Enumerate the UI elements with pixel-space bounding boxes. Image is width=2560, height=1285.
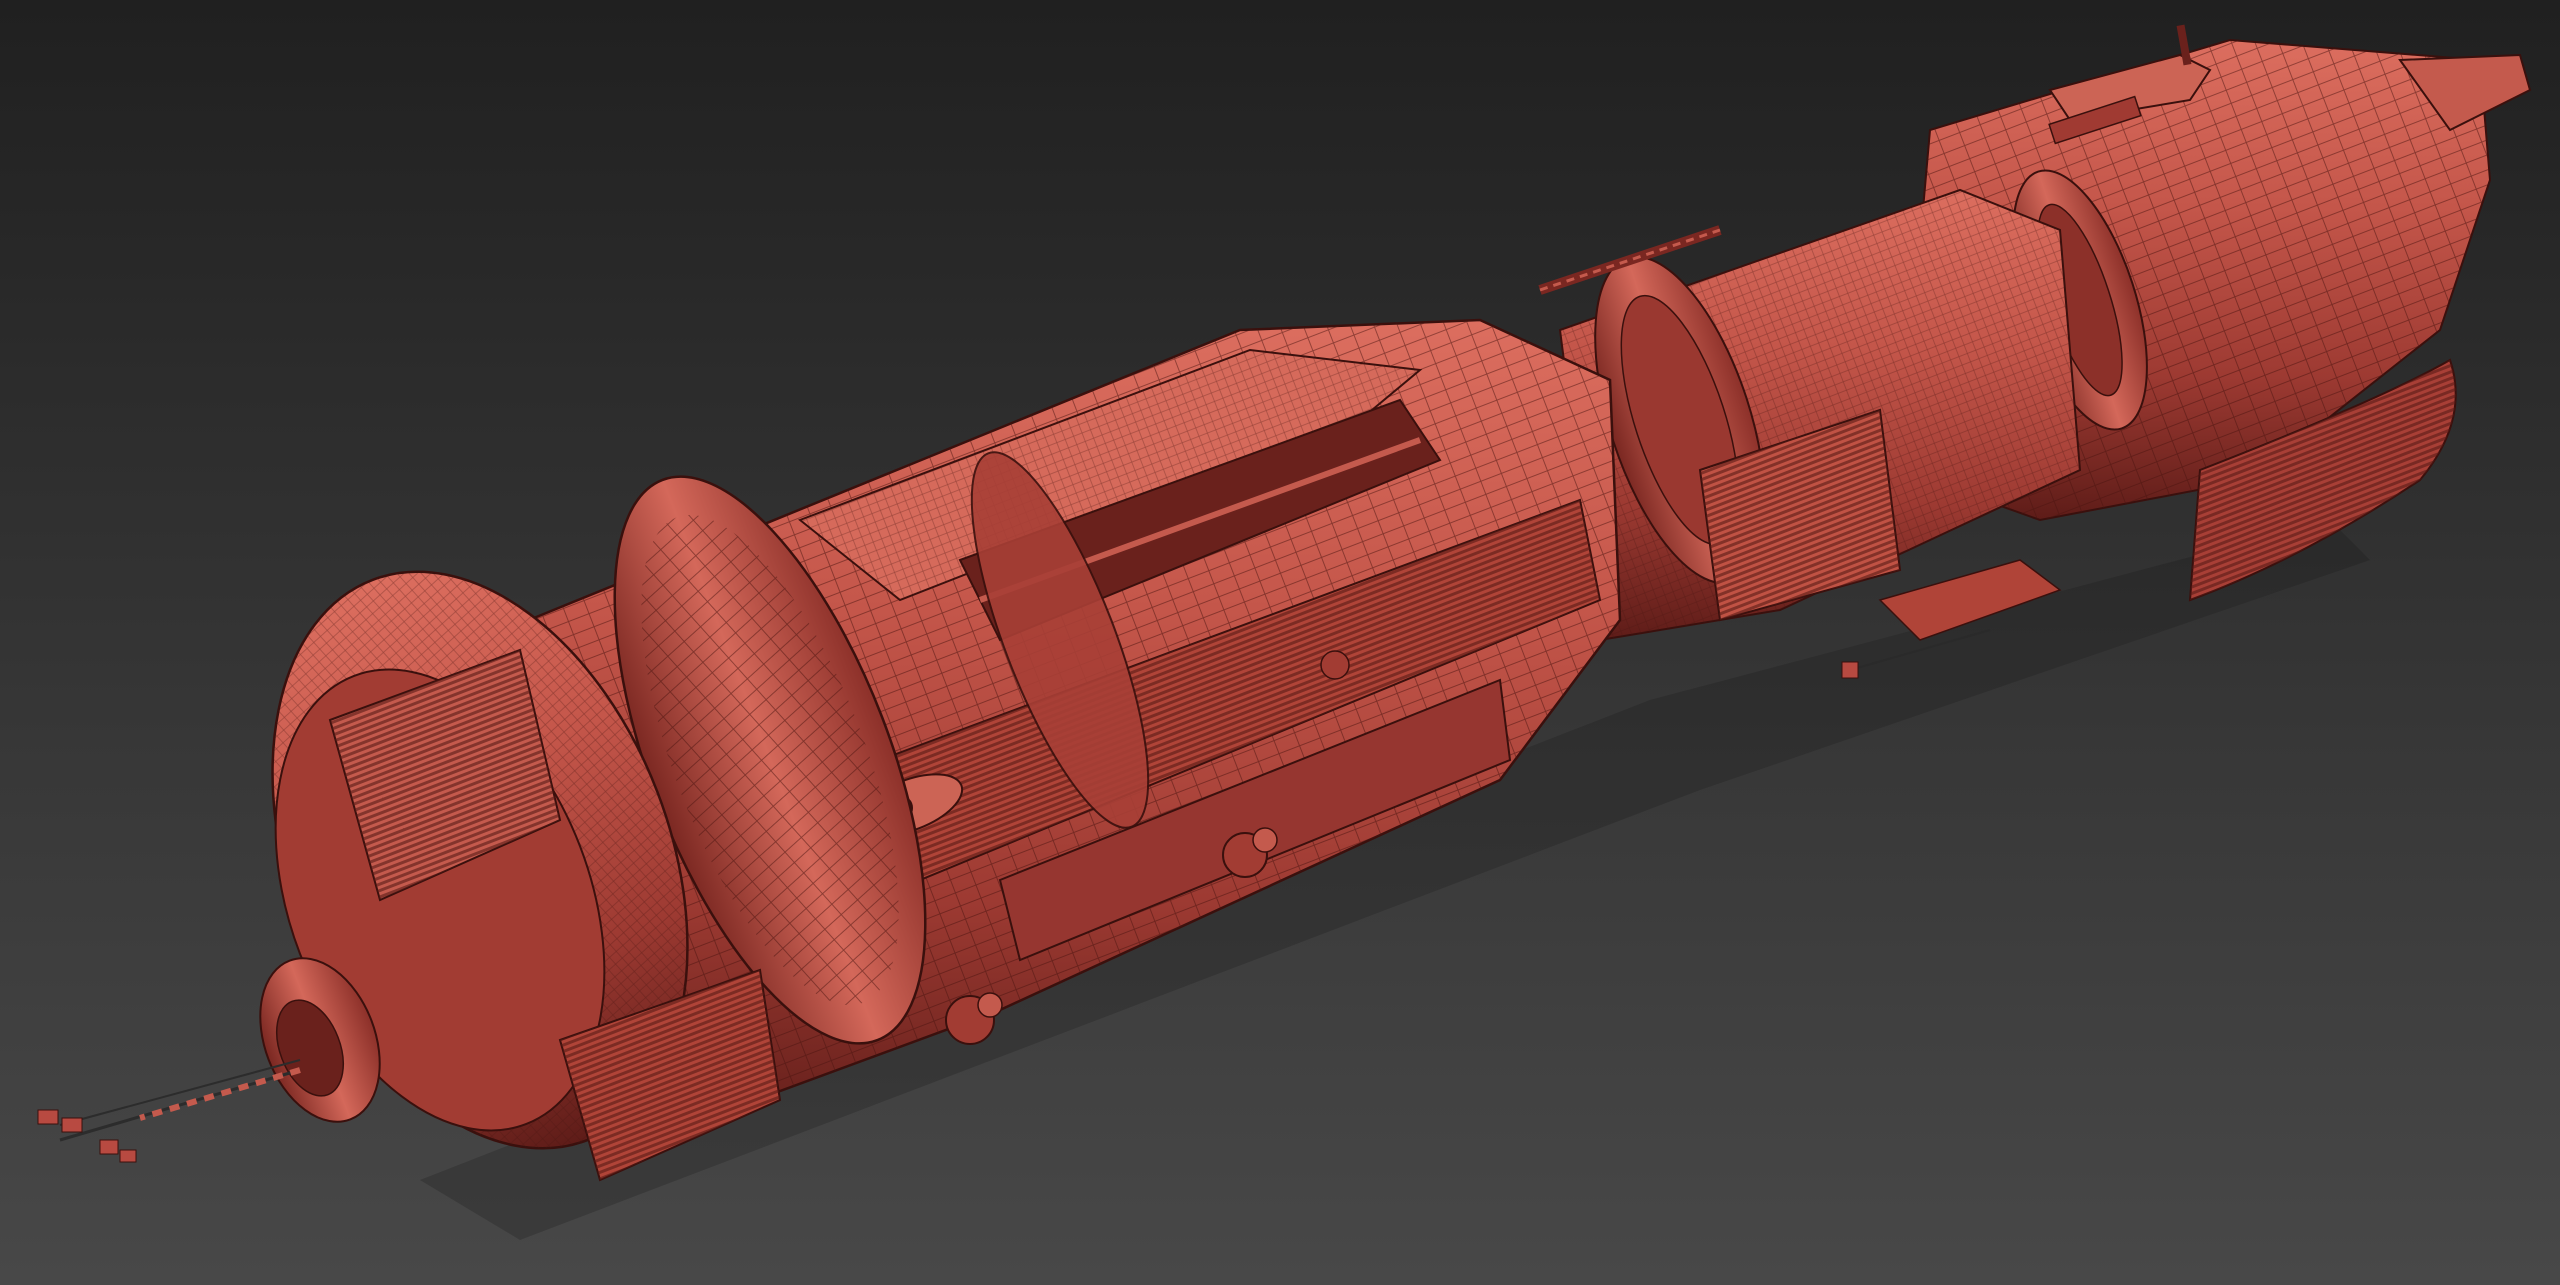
render-viewport [0, 0, 2560, 1285]
scene-svg [0, 0, 2560, 1285]
